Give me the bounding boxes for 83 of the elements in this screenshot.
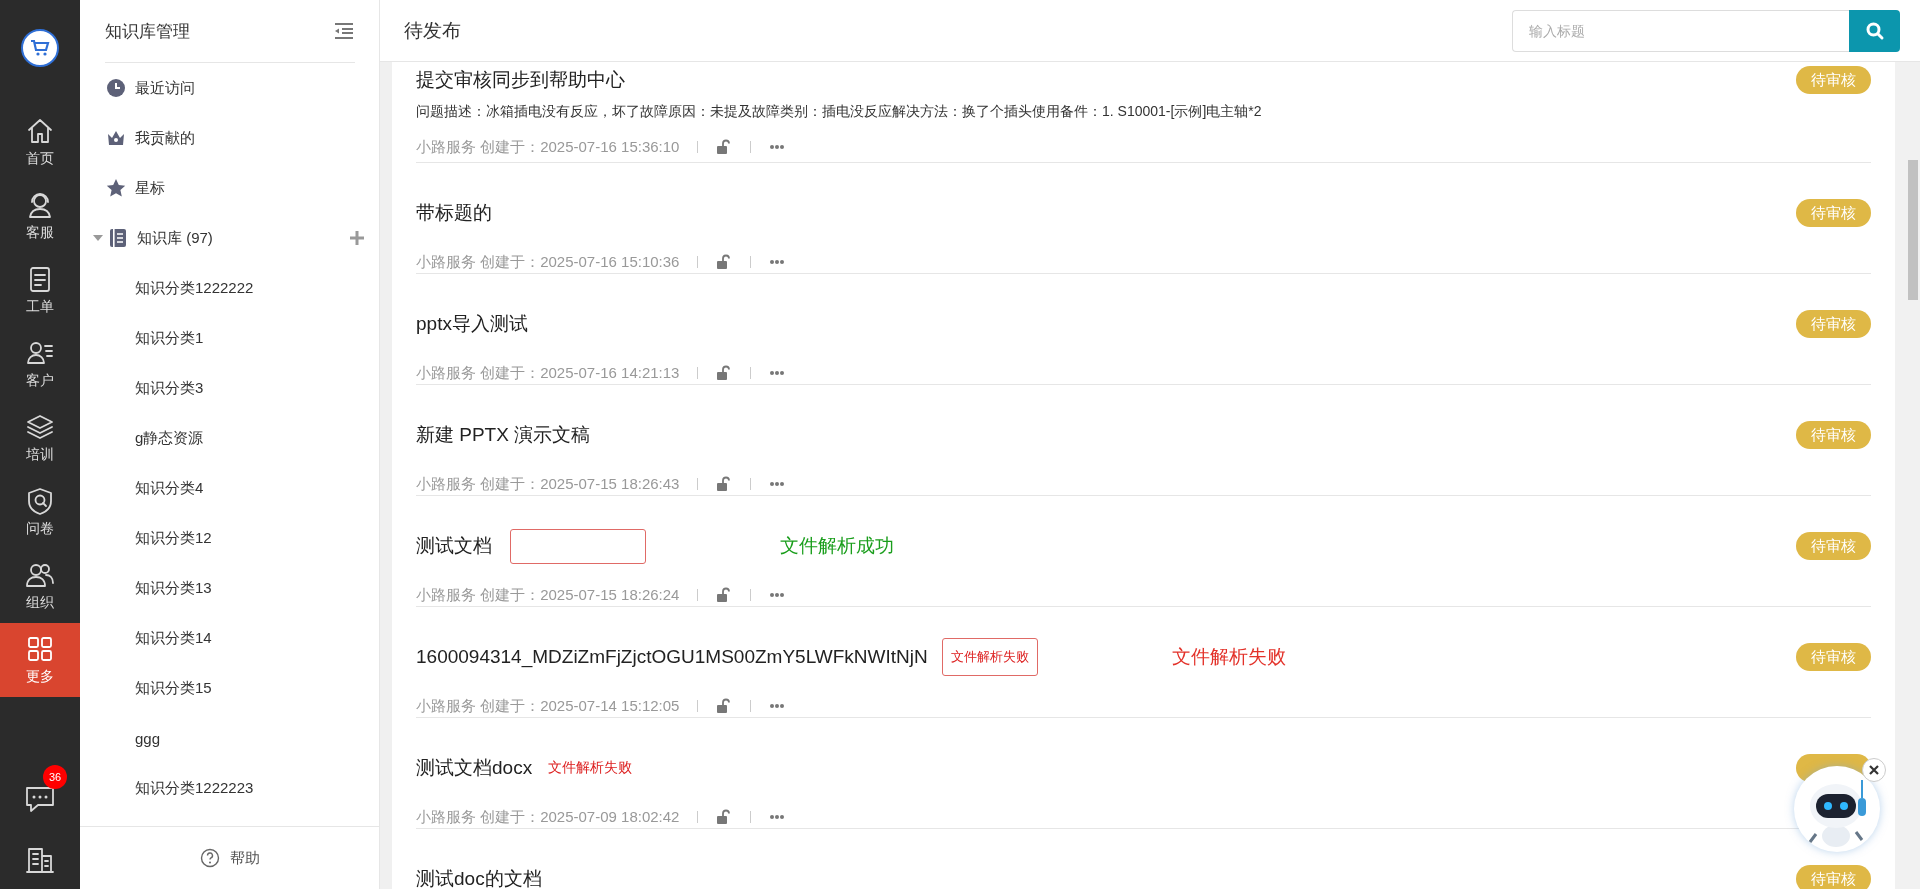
category-item[interactable]: 知识分类1222222	[80, 263, 379, 313]
chat-icon	[24, 784, 56, 814]
collapse-menu-icon[interactable]	[333, 22, 355, 40]
article-title[interactable]: pptx导入测试	[416, 311, 528, 337]
category-item[interactable]: 知识分类12	[80, 513, 379, 563]
article-title[interactable]: 测试doc的文档	[416, 866, 542, 889]
article-meta: 小路服务 创建于：2025-07-16 14:21:13	[416, 363, 680, 383]
padlock-icon[interactable]	[716, 587, 733, 603]
nav-item[interactable]: 工单	[0, 253, 80, 327]
padlock-icon[interactable]	[716, 809, 733, 825]
nav-item[interactable]: 客户	[0, 327, 80, 401]
status-badge: 待审核	[1796, 865, 1871, 889]
status-badge: 待审核	[1796, 199, 1871, 227]
category-item[interactable]: 知识分类3	[80, 363, 379, 413]
article-title[interactable]: 带标题的	[416, 200, 492, 226]
article-meta: 小路服务 创建于：2025-07-15 18:26:24	[416, 585, 680, 605]
article-title[interactable]: 测试文档	[416, 533, 492, 559]
category-item[interactable]: 知识分类15	[80, 663, 379, 713]
caret-icon[interactable]	[93, 233, 103, 243]
close-button[interactable]	[1862, 758, 1886, 782]
parse-status-tag: 文件解析失败	[941, 638, 1038, 676]
chat-button[interactable]: 36	[24, 765, 68, 815]
building-icon[interactable]	[25, 845, 55, 875]
search-button[interactable]	[1849, 9, 1900, 52]
padlock-icon[interactable]	[716, 476, 733, 492]
search-field[interactable]: 输入标题	[1512, 9, 1849, 52]
article-meta: 小路服务 创建于：2025-07-15 18:26:43	[416, 474, 680, 494]
close-icon	[1869, 765, 1879, 775]
padlock-icon[interactable]	[716, 698, 733, 714]
category-item[interactable]: ggg	[80, 713, 379, 763]
nav-item[interactable]: 培训	[0, 401, 80, 475]
nav-item[interactable]: 更多	[0, 623, 80, 697]
sidebar-item[interactable]: 我贡献的	[80, 113, 379, 163]
nav-item[interactable]: 首页	[0, 105, 80, 179]
article-title[interactable]: 测试文档docx	[416, 755, 533, 781]
article-title[interactable]: 1600094314_MDZiZmFjZjctOGU1MS00ZmY5LWFkNWItNjN	[416, 646, 928, 668]
star-icon	[106, 178, 126, 198]
article-meta: 小路服务 创建于：2025-07-09 18:02:42	[416, 807, 680, 827]
parse-status-text: 文件解析失败	[548, 759, 633, 777]
parse-status-note: 文件解析失败	[1171, 645, 1286, 669]
article-meta: 小路服务 创建于：2025-07-16 15:36:10	[416, 137, 680, 157]
article-meta: 小路服务 创建于：2025-07-16 15:10:36	[416, 252, 680, 272]
category-item[interactable]: 知识分类4	[80, 463, 379, 513]
parse-status-note: 文件解析成功	[780, 534, 894, 558]
sidebar-item[interactable]: 最近访问	[80, 63, 379, 113]
article-meta: 小路服务 创建于：2025-07-14 15:12:05	[416, 696, 680, 716]
article-title[interactable]: 新建 PPTX 演示文稿	[416, 422, 591, 448]
nav-item[interactable]: 问卷	[0, 475, 80, 549]
layers-icon	[25, 412, 55, 442]
clock-icon	[106, 78, 126, 98]
category-item[interactable]: g静态资源	[80, 413, 379, 463]
sidebar-item[interactable]: 星标	[80, 163, 379, 213]
sidebar-title: 知识库管理	[105, 20, 190, 43]
page-title: 待发布	[404, 18, 461, 43]
category-item[interactable]: 知识分类1222223	[80, 763, 379, 813]
scrollbar-thumb[interactable]	[1908, 160, 1918, 300]
article-title[interactable]: 提交审核同步到帮助中心	[416, 67, 625, 93]
status-badge: 待审核	[1796, 421, 1871, 449]
category-item[interactable]: 知识分类1	[80, 313, 379, 363]
shield-icon	[25, 486, 55, 516]
status-badge: 待审核	[1796, 66, 1871, 94]
category-item[interactable]: 知识分类13	[80, 563, 379, 613]
grid-icon	[25, 634, 55, 664]
padlock-icon[interactable]	[716, 139, 733, 155]
category-item[interactable]: 知识分类14	[80, 613, 379, 663]
search-icon	[1864, 20, 1885, 41]
add-icon[interactable]	[349, 230, 365, 246]
sidebar-item[interactable]: 知识库 (97)	[108, 213, 344, 263]
home-icon	[25, 116, 55, 146]
status-badge: 待审核	[1796, 532, 1871, 560]
padlock-icon[interactable]	[716, 365, 733, 381]
padlock-icon[interactable]	[716, 254, 733, 270]
nav-item[interactable]: 组织	[0, 549, 80, 623]
help-link[interactable]: 帮助	[199, 848, 260, 868]
nav-item[interactable]: 客服	[0, 179, 80, 253]
unread-count-badge: 36	[43, 765, 67, 789]
article-description: 问题描述：冰箱插电没有反应，坏了故障原因：未提及故障类别：插电没反应解决方法：换了个插头使用备件：1. S10001-[示例]电主轴*2	[416, 102, 1263, 121]
robot-assistant-button[interactable]	[1794, 766, 1880, 852]
cart-logo-icon	[21, 29, 59, 67]
book-icon	[108, 228, 128, 248]
help-icon	[199, 848, 220, 868]
status-badge: 待审核	[1796, 643, 1871, 671]
status-badge: 待审核	[1796, 310, 1871, 338]
